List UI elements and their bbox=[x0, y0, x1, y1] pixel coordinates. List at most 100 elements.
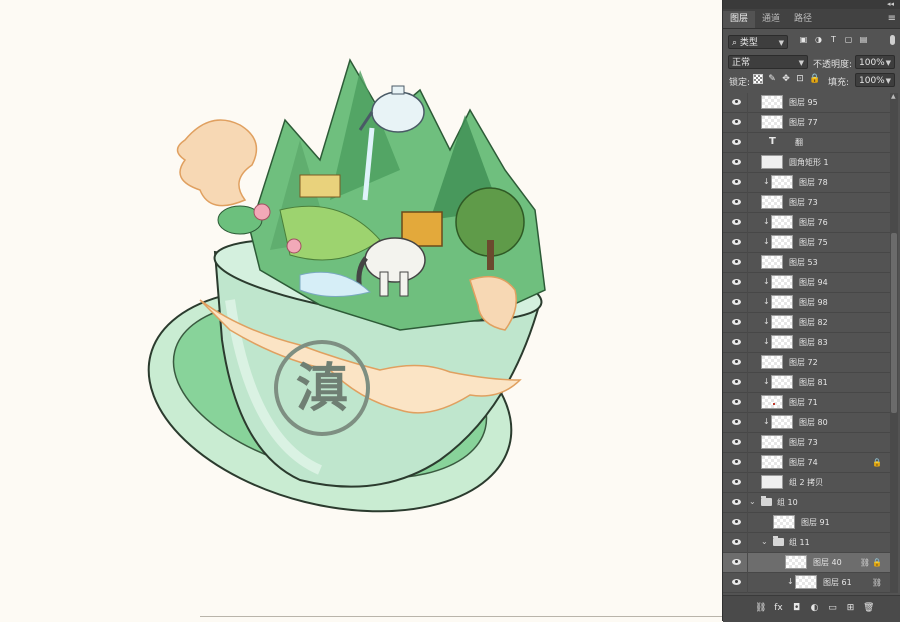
visibility-eye-icon[interactable] bbox=[732, 319, 741, 325]
layer-row[interactable]: 图层 73 bbox=[723, 193, 890, 213]
layer-name[interactable]: 图层 73 bbox=[789, 197, 818, 208]
visibility-eye-icon[interactable] bbox=[732, 179, 741, 185]
layer-row[interactable]: ↓ 图层 61 ⛓ bbox=[723, 573, 890, 593]
layer-row[interactable]: ↓ 图层 98 bbox=[723, 293, 890, 313]
delete-icon[interactable]: 🗑 bbox=[863, 603, 874, 614]
layer-name[interactable]: 图层 78 bbox=[799, 177, 828, 188]
layer-name[interactable]: 图层 61 bbox=[823, 577, 852, 588]
visibility-eye-icon[interactable] bbox=[732, 519, 741, 525]
document-canvas[interactable]: 滇 bbox=[0, 0, 722, 621]
visibility-eye-icon[interactable] bbox=[732, 559, 741, 565]
layer-row[interactable]: 图层 74 🔒 bbox=[723, 453, 890, 473]
adjustment-icon[interactable]: ◐ bbox=[809, 603, 820, 614]
visibility-eye-icon[interactable] bbox=[732, 399, 741, 405]
menu-icon[interactable]: ≡ bbox=[888, 13, 896, 24]
layer-name[interactable]: 图层 40 bbox=[813, 557, 842, 568]
layer-name[interactable]: 图层 73 bbox=[789, 437, 818, 448]
visibility-eye-icon[interactable] bbox=[732, 299, 741, 305]
layer-row[interactable]: 图层 72 bbox=[723, 353, 890, 373]
layer-row[interactable]: ↓ 图层 82 bbox=[723, 313, 890, 333]
visibility-eye-icon[interactable] bbox=[732, 99, 741, 105]
type-filter-icon[interactable]: T bbox=[829, 35, 838, 44]
layer-row[interactable]: ↓ 图层 75 bbox=[723, 233, 890, 253]
layer-name[interactable]: 图层 74 bbox=[789, 457, 818, 468]
layer-row[interactable]: ↓ 图层 80 bbox=[723, 413, 890, 433]
visibility-eye-icon[interactable] bbox=[732, 159, 741, 165]
visibility-eye-icon[interactable] bbox=[732, 439, 741, 445]
lock-transparency-icon[interactable] bbox=[753, 74, 763, 84]
blend-mode-select[interactable]: 正常 ▼ bbox=[728, 55, 808, 69]
layer-row[interactable]: ↓ 图层 76 bbox=[723, 213, 890, 233]
scrollbar-thumb[interactable] bbox=[891, 233, 897, 413]
layer-name[interactable]: 组 11 bbox=[789, 537, 810, 548]
layer-name[interactable]: 图层 71 bbox=[789, 397, 818, 408]
visibility-eye-icon[interactable] bbox=[732, 199, 741, 205]
new-layer-icon[interactable]: ⊞ bbox=[845, 603, 856, 614]
layer-row[interactable]: ↓ 图层 94 bbox=[723, 273, 890, 293]
visibility-eye-icon[interactable] bbox=[732, 219, 741, 225]
layer-name[interactable]: 图层 77 bbox=[789, 117, 818, 128]
layer-group-row[interactable]: ⌄ 组 11 bbox=[723, 533, 890, 553]
visibility-eye-icon[interactable] bbox=[732, 379, 741, 385]
tab-layers[interactable]: 图层 bbox=[723, 11, 756, 28]
layer-name[interactable]: 图层 53 bbox=[789, 257, 818, 268]
adjustment-filter-icon[interactable]: ◑ bbox=[814, 35, 823, 44]
fill-input[interactable]: 100% ▼ bbox=[855, 73, 895, 87]
layer-name[interactable]: 图层 82 bbox=[799, 317, 828, 328]
layer-row[interactable]: 图层 53 bbox=[723, 253, 890, 273]
filter-toggle[interactable] bbox=[890, 35, 895, 45]
lock-artboard-icon[interactable]: ⊡ bbox=[795, 74, 805, 84]
layer-row[interactable]: 图层 91 bbox=[723, 513, 890, 533]
visibility-eye-icon[interactable] bbox=[732, 539, 741, 545]
layer-row[interactable]: 图层 71 bbox=[723, 393, 890, 413]
pixel-filter-icon[interactable]: ▣ bbox=[799, 35, 808, 44]
kind-filter-select[interactable]: ⌕ 类型 ▼ bbox=[728, 35, 788, 49]
layer-name[interactable]: 图层 83 bbox=[799, 337, 828, 348]
layer-name[interactable]: 图层 91 bbox=[801, 517, 830, 528]
layer-row[interactable]: 图层 77 bbox=[723, 113, 890, 133]
layer-row[interactable]: 图层 95 bbox=[723, 93, 890, 113]
layer-row[interactable]: 圆角矩形 1 bbox=[723, 153, 890, 173]
tab-channels[interactable]: 通道 bbox=[755, 11, 787, 28]
layer-list-scrollbar[interactable]: ▲ bbox=[890, 93, 898, 593]
scroll-up-arrow-icon[interactable]: ▲ bbox=[891, 93, 896, 100]
layer-row[interactable]: ↓ 图层 83 bbox=[723, 333, 890, 353]
visibility-eye-icon[interactable] bbox=[732, 259, 741, 265]
layer-row[interactable]: 组 2 拷贝 bbox=[723, 473, 890, 493]
collapse-panel-button[interactable]: ◂◂ bbox=[887, 0, 894, 9]
layer-group-row[interactable]: ⌄ 组 10 bbox=[723, 493, 890, 513]
new-group-icon[interactable]: ▭ bbox=[827, 603, 838, 614]
group-disclosure-icon[interactable]: ⌄ bbox=[761, 537, 768, 546]
opacity-input[interactable]: 100% ▼ bbox=[855, 55, 895, 69]
layer-name[interactable]: 图层 81 bbox=[799, 377, 828, 388]
visibility-eye-icon[interactable] bbox=[732, 139, 741, 145]
lock-move-icon[interactable]: ✥ bbox=[781, 74, 791, 84]
link-icon[interactable]: ⛓ bbox=[755, 603, 766, 614]
visibility-eye-icon[interactable] bbox=[732, 459, 741, 465]
layer-name[interactable]: 图层 95 bbox=[789, 97, 818, 108]
visibility-eye-icon[interactable] bbox=[732, 119, 741, 125]
layer-name[interactable]: 图层 72 bbox=[789, 357, 818, 368]
visibility-eye-icon[interactable] bbox=[732, 419, 741, 425]
layer-row[interactable]: T翻 bbox=[723, 133, 890, 153]
visibility-eye-icon[interactable] bbox=[732, 279, 741, 285]
layer-name[interactable]: 组 2 拷贝 bbox=[789, 477, 823, 488]
layer-row[interactable]: 图层 40 ⛓ 🔒 bbox=[723, 553, 890, 573]
visibility-eye-icon[interactable] bbox=[732, 579, 741, 585]
mask-icon[interactable]: ◘ bbox=[791, 603, 802, 614]
layer-name[interactable]: 组 10 bbox=[777, 497, 798, 508]
layer-row[interactable]: ↓ 图层 81 bbox=[723, 373, 890, 393]
layer-name[interactable]: 图层 76 bbox=[799, 217, 828, 228]
visibility-eye-icon[interactable] bbox=[732, 339, 741, 345]
layer-row[interactable]: 图层 73 bbox=[723, 433, 890, 453]
fx-icon[interactable]: fx bbox=[773, 603, 784, 614]
layer-name[interactable]: 图层 80 bbox=[799, 417, 828, 428]
layer-name[interactable]: 圆角矩形 1 bbox=[789, 157, 829, 168]
layer-name[interactable]: 翻 bbox=[795, 137, 803, 148]
layer-name[interactable]: 图层 98 bbox=[799, 297, 828, 308]
visibility-eye-icon[interactable] bbox=[732, 479, 741, 485]
smart-object-filter-icon[interactable]: ▤ bbox=[859, 35, 868, 44]
tab-paths[interactable]: 路径 bbox=[787, 11, 819, 28]
visibility-eye-icon[interactable] bbox=[732, 359, 741, 365]
layer-row[interactable]: ↓ 图层 78 bbox=[723, 173, 890, 193]
